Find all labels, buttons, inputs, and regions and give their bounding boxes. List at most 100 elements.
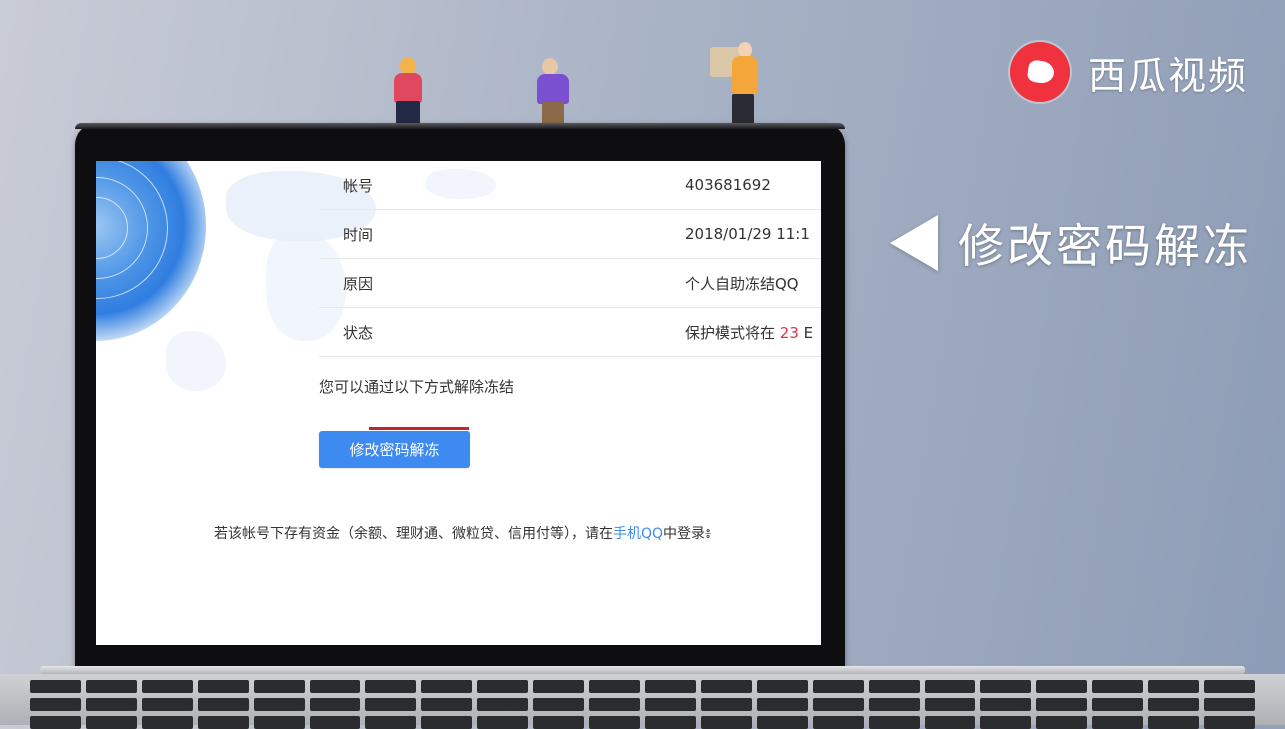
funds-notice: 若该帐号下存有资金（余额、理财通、微粒贷、信用付等），请在手机QQ中登录៖	[214, 523, 711, 545]
unfreeze-hint: 您可以通过以下方式解除冻结	[319, 378, 515, 396]
table-row: 状态 保护模式将在 23 E	[319, 308, 821, 357]
status-label: 状态	[343, 323, 374, 342]
keyboard-key	[309, 680, 361, 693]
account-value: 403681692	[685, 176, 771, 194]
keyboard-key	[1092, 698, 1144, 711]
mover-figure	[710, 42, 760, 124]
callout-text: 修改密码解冻	[958, 219, 1252, 273]
keyboard-key	[812, 698, 864, 711]
table-row: 原因 个人自助冻结QQ	[319, 259, 821, 308]
keyboard-key	[756, 680, 808, 693]
keyboard-key	[1092, 680, 1144, 693]
brand-name: 西瓜视频	[1088, 53, 1249, 98]
keyboard-key	[30, 680, 81, 693]
keyboard	[0, 674, 1285, 729]
keyboard-key	[1036, 698, 1088, 711]
keyboard-key	[924, 680, 976, 693]
table-row: 时间 2018/01/29 11:1	[319, 210, 821, 259]
keyboard-key	[980, 716, 1032, 729]
keyboard-key	[253, 698, 305, 711]
man-figure	[532, 58, 576, 124]
status-days: 23	[779, 323, 799, 342]
keyboard-key	[868, 680, 920, 693]
arrow-left-icon	[890, 215, 938, 271]
keyboard-key	[253, 716, 305, 729]
keyboard-key	[812, 716, 864, 729]
change-password-unfreeze-button[interactable]: 修改密码解冻	[319, 431, 470, 468]
keyboard-key	[141, 716, 193, 729]
status-prefix: 保护模式将在	[685, 323, 776, 342]
keyboard-key	[1092, 716, 1144, 729]
keyboard-key	[589, 680, 640, 693]
keyboard-key	[1148, 680, 1200, 693]
keyboard-key	[1036, 716, 1088, 729]
keyboard-key	[812, 680, 864, 693]
woman-figure	[388, 57, 432, 125]
account-info-table: 帐号 403681692 时间 2018/01/29 11:1 原因 个人自助冻…	[319, 161, 821, 357]
notice-prefix: 若该帐号下存有资金（余额、理财通、微粒贷、信用付等），请在	[214, 526, 613, 542]
keyboard-key	[197, 716, 249, 729]
keyboard-key	[477, 698, 529, 711]
keyboard-key	[700, 680, 752, 693]
laptop-frame: 帐号 403681692 时间 2018/01/29 11:1 原因 个人自助冻…	[75, 123, 845, 668]
keyboard-key	[868, 716, 920, 729]
keyboard-key	[30, 716, 81, 729]
keyboard-key	[1204, 680, 1255, 693]
keyboard-key	[589, 698, 640, 711]
keyboard-key	[85, 680, 137, 693]
laptop-screen: 帐号 403681692 时间 2018/01/29 11:1 原因 个人自助冻…	[96, 161, 821, 645]
keyboard-key	[85, 716, 137, 729]
keyboard-key	[197, 698, 249, 711]
keyboard-key	[421, 680, 473, 693]
status-suffix: E	[798, 323, 814, 342]
table-row: 帐号 403681692	[319, 161, 821, 210]
keyboard-key	[533, 716, 585, 729]
keyboard-key	[141, 698, 193, 711]
keyboard-key	[1036, 680, 1088, 693]
keyboard-key	[477, 680, 529, 693]
keyboard-key	[756, 698, 808, 711]
radar-decoration	[96, 161, 206, 341]
xigua-logo: 西瓜视频	[1010, 42, 1248, 102]
keyboard-key	[868, 698, 920, 711]
keyboard-key	[533, 680, 585, 693]
keyboard-key	[1204, 716, 1255, 729]
reason-value: 个人自助冻结QQ	[685, 274, 799, 293]
mobile-qq-link[interactable]: 手机QQ	[613, 526, 663, 542]
keyboard-key	[924, 716, 976, 729]
keyboard-key	[309, 716, 361, 729]
keyboard-key	[421, 716, 473, 729]
xigua-logo-icon	[1010, 42, 1070, 102]
keyboard-key	[980, 680, 1032, 693]
time-value: 2018/01/29 11:1	[685, 225, 810, 243]
keyboard-key	[309, 698, 361, 711]
callout: 修改密码解冻	[890, 210, 1252, 276]
keyboard-key	[1148, 698, 1200, 711]
keyboard-key	[700, 716, 752, 729]
time-label: 时间	[343, 225, 374, 244]
keyboard-key	[924, 698, 976, 711]
keyboard-key	[700, 698, 752, 711]
keyboard-key	[253, 680, 305, 693]
laptop-base	[0, 666, 1285, 729]
keyboard-key	[421, 698, 473, 711]
keyboard-key	[197, 680, 249, 693]
notice-suffix: 中登录៖	[663, 526, 712, 542]
keyboard-key	[365, 680, 417, 693]
keyboard-key	[365, 698, 417, 711]
keyboard-key	[645, 680, 696, 693]
reason-label: 原因	[343, 274, 374, 293]
keyboard-key	[756, 716, 808, 729]
keyboard-key	[645, 698, 696, 711]
keyboard-key	[589, 716, 640, 729]
status-value: 保护模式将在 23 E	[685, 322, 813, 343]
keyboard-key	[365, 716, 417, 729]
account-label: 帐号	[343, 176, 374, 195]
keyboard-key	[980, 698, 1032, 711]
keyboard-key	[1148, 716, 1200, 729]
keyboard-key	[30, 698, 81, 711]
keyboard-key	[1204, 698, 1255, 711]
keyboard-key	[85, 698, 137, 711]
button-accent-bar	[369, 427, 469, 430]
keyboard-key	[477, 716, 529, 729]
